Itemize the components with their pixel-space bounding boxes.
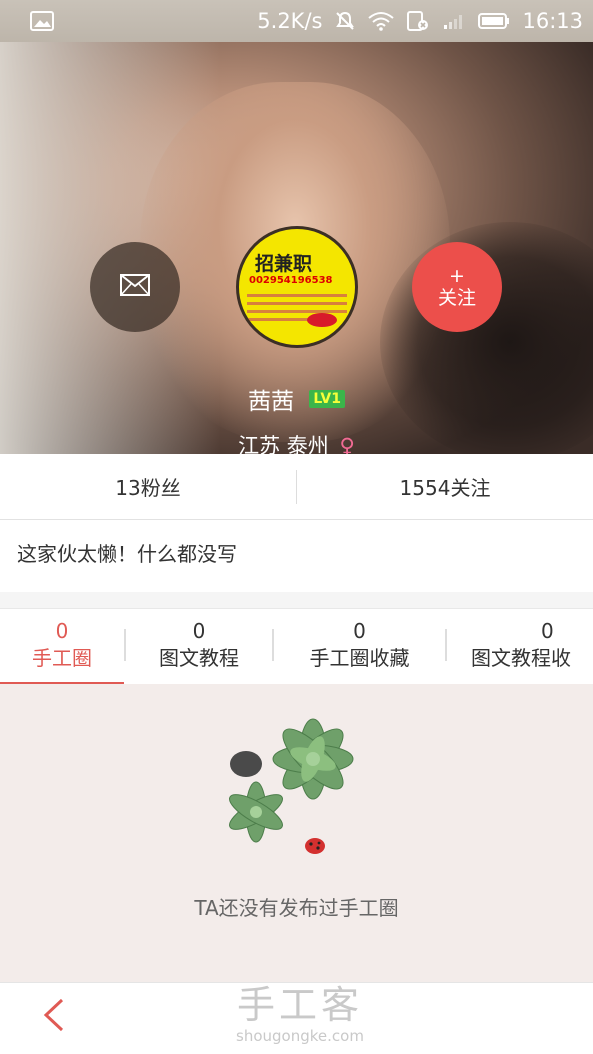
tab-tutorial-favorites[interactable]: 0 图文教程收: [447, 609, 593, 685]
battery-icon: [478, 12, 510, 30]
wifi-icon: [368, 11, 395, 31]
lips-icon: [307, 313, 337, 327]
tab-label: 图文教程: [159, 646, 239, 670]
back-button[interactable]: [40, 997, 68, 1042]
stats-row: 13粉丝 1554关注: [0, 454, 593, 520]
watermark-brand: 手工客: [236, 983, 363, 1027]
avatar[interactable]: 招兼职 002954196538: [236, 226, 358, 348]
tab-circle-favorites[interactable]: 0 手工圈收藏: [274, 609, 445, 685]
tab-label: 图文教程收: [471, 646, 571, 670]
follow-label: 关注: [437, 287, 476, 309]
tab-label: 手工圈: [32, 646, 92, 670]
level-badge: LV1: [309, 390, 345, 408]
fans-count[interactable]: 13粉丝: [0, 472, 296, 501]
succulent-illustration: [229, 718, 354, 854]
avatar-text-phone: 002954196538: [249, 275, 333, 286]
bio: 这家伙太懒！什么都没写: [0, 520, 593, 592]
gallery-icon: [30, 11, 54, 31]
bottom-bar: 手工客 shougongke.com: [0, 982, 593, 1054]
profile-header: 招兼职 002954196538 + 关注 茜茜 LV1 江苏 泰州 ♀: [0, 42, 593, 454]
tab-tutorials[interactable]: 0 图文教程: [126, 609, 272, 685]
follow-plus: +: [449, 265, 465, 287]
female-icon: ♀: [339, 434, 355, 454]
watermark: 手工客 shougongke.com: [200, 983, 400, 1045]
envelope-icon: [120, 274, 150, 300]
username-row: 茜茜 LV1: [0, 382, 593, 416]
location-province: 江苏: [238, 434, 281, 454]
message-button[interactable]: [90, 242, 180, 332]
sim-icon: [406, 10, 430, 32]
clock: 16:13: [522, 9, 583, 33]
watermark-domain: shougongke.com: [236, 1027, 364, 1045]
network-speed: 5.2K/s: [257, 9, 323, 33]
mute-icon: [334, 10, 356, 32]
tab-count: 0: [192, 619, 206, 643]
location: 江苏 泰州 ♀: [0, 430, 593, 454]
tab-label: 手工圈收藏: [309, 646, 410, 670]
empty-state: TA还没有发布过手工圈: [0, 684, 593, 982]
location-city: 泰州: [286, 434, 329, 454]
signal-icon: [442, 11, 466, 31]
username: 茜茜: [248, 389, 295, 415]
following-count[interactable]: 1554关注: [297, 472, 593, 501]
tab-handicraft-circle[interactable]: 0 手工圈: [0, 609, 124, 685]
follow-button[interactable]: + 关注: [412, 242, 502, 332]
tab-count: 0: [353, 619, 366, 643]
tab-count: 0: [55, 619, 69, 643]
tab-count: 0: [541, 619, 554, 643]
chevron-left-icon: [43, 998, 64, 1032]
content-tabs: 0 手工圈 0 图文教程 0 手工圈收藏 0 图文教程收: [0, 608, 593, 685]
avatar-text-main: 招兼职: [255, 253, 313, 275]
empty-state-text: TA还没有发布过手工圈: [194, 896, 399, 920]
status-bar: 5.2K/s 16:13: [0, 0, 593, 42]
